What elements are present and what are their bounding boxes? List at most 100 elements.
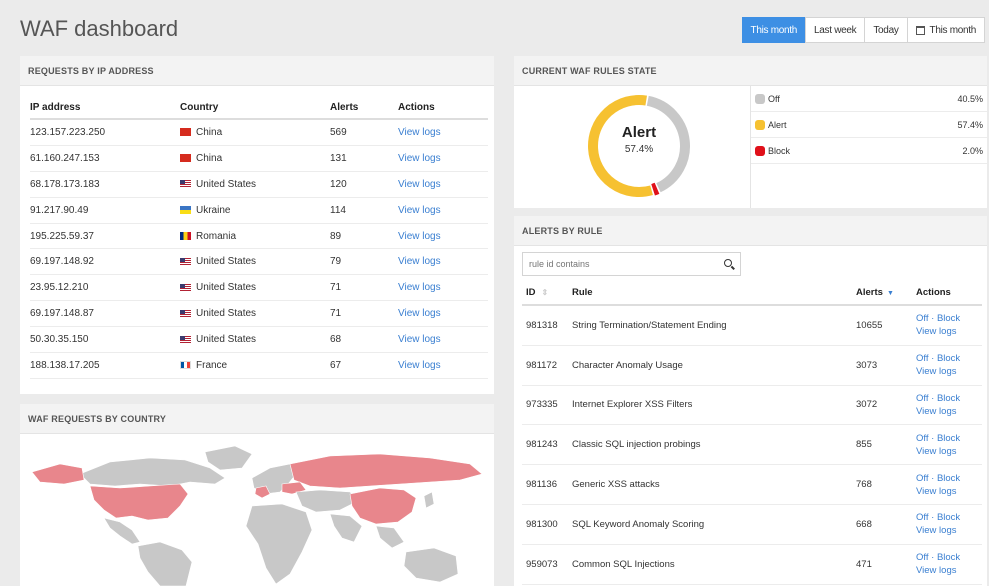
map-region-alaska[interactable] — [31, 463, 85, 485]
view-logs-link[interactable]: View logs — [398, 334, 488, 345]
column-header-actions: Actions — [398, 101, 435, 113]
country-cell: China — [180, 127, 330, 138]
legend-swatch-off — [755, 93, 765, 104]
ip-address: 91.217.90.49 — [30, 204, 89, 216]
ip-address: 61.160.247.153 — [30, 152, 100, 164]
off-block-link[interactable]: Off · Block — [916, 352, 982, 365]
view-logs-link[interactable]: View logs — [916, 485, 982, 498]
off-block-link[interactable]: Off · Block — [916, 511, 982, 524]
rule-actions: Off · Block View logs — [916, 472, 982, 498]
off-block-link[interactable]: Off · Block — [916, 392, 982, 405]
view-logs-link[interactable]: View logs — [398, 179, 488, 190]
rule-name: Internet Explorer XSS Filters — [572, 399, 693, 411]
rule-actions: Off · Block View logs — [916, 352, 982, 378]
view-logs-link[interactable]: View logs — [916, 564, 982, 577]
rule-name: String Termination/Statement Ending — [572, 319, 727, 331]
table-row: 973335 Internet Explorer XSS Filters 3072 O… — [522, 386, 982, 426]
country-cell: Romania — [180, 231, 330, 242]
view-logs-link[interactable]: View logs — [398, 256, 488, 267]
table-row: 91.217.90.49 Ukraine 114 View logs — [30, 198, 488, 224]
rule-id: 981318 — [526, 319, 558, 331]
date-range-selector: This month Last week Today This month — [741, 17, 985, 43]
map-region-south-america[interactable] — [137, 541, 193, 586]
view-logs-link[interactable]: View logs — [398, 282, 488, 293]
view-logs-link[interactable]: View logs — [916, 445, 982, 458]
view-logs-link[interactable]: View logs — [398, 231, 488, 242]
off-block-link[interactable]: Off · Block — [916, 551, 982, 564]
ip-address: 50.30.35.150 — [30, 334, 89, 346]
alert-count: 67 — [330, 359, 342, 371]
view-logs-link[interactable]: View logs — [398, 360, 488, 371]
map-region-australia[interactable] — [403, 547, 459, 583]
ip-table: IP address Country Alerts Actions 123.15… — [30, 96, 488, 379]
range-date-picker-button[interactable]: This month — [906, 17, 985, 43]
column-header-rule[interactable]: Rule — [572, 287, 850, 298]
rule-id: 981172 — [526, 359, 557, 371]
map-region-japan[interactable] — [423, 491, 435, 509]
rule-actions: Off · Block View logs — [916, 551, 982, 577]
alert-count: 131 — [330, 152, 347, 164]
view-logs-link[interactable]: View logs — [916, 325, 982, 338]
map-region-russia[interactable] — [289, 453, 483, 489]
map-region-greenland[interactable] — [204, 445, 253, 471]
country-cell: United States — [180, 256, 330, 267]
sort-icon[interactable]: ⇕ — [542, 288, 549, 297]
column-header-alerts: Alerts — [330, 101, 359, 113]
view-logs-link[interactable]: View logs — [916, 405, 982, 418]
view-logs-link[interactable]: View logs — [398, 153, 488, 164]
off-block-link[interactable]: Off · Block — [916, 472, 982, 485]
off-block-link[interactable]: Off · Block — [916, 432, 982, 445]
rule-search-input[interactable] — [529, 259, 719, 269]
requests-by-ip-panel: REQUESTS BY IP ADDRESS IP address Countr… — [20, 56, 494, 394]
off-block-link[interactable]: Off · Block — [916, 312, 982, 325]
rule-search-field[interactable] — [522, 252, 741, 276]
rules-state-legend: Off 40.5% Alert 57.4% Block 2.0% — [750, 86, 987, 208]
rule-actions: Off · Block View logs — [916, 312, 982, 338]
donut-center-title: Alert — [621, 124, 657, 141]
view-logs-link[interactable]: View logs — [398, 205, 488, 216]
rules-table: ID ⇕ Rule Alerts ▼ Actions 981318 String Te… — [522, 280, 982, 585]
column-header-alerts[interactable]: Alerts ▼ — [850, 287, 916, 298]
country-cell: Ukraine — [180, 205, 330, 216]
rule-id: 981243 — [526, 439, 558, 451]
country-cell: United States — [180, 308, 330, 319]
donut-segment-block[interactable] — [651, 182, 660, 196]
ip-address: 68.178.173.183 — [30, 178, 100, 190]
panel-title: ALERTS BY RULE — [514, 216, 987, 246]
table-row: 69.197.148.92 United States 79 View logs — [30, 249, 488, 276]
donut-center-label: Alert 57.4% — [599, 124, 679, 155]
country-cell: France — [180, 360, 330, 371]
range-today-button[interactable]: Today — [864, 17, 908, 43]
map-region-usa[interactable] — [89, 483, 189, 521]
rule-actions: Off · Block View logs — [916, 511, 982, 537]
map-region-central-asia[interactable] — [295, 489, 361, 513]
map-region-southeast-asia[interactable] — [375, 525, 405, 549]
map-region-china[interactable] — [349, 487, 417, 525]
column-header-id[interactable]: ID ⇕ — [522, 287, 572, 298]
country-name: China — [196, 126, 223, 138]
view-logs-link[interactable]: View logs — [398, 127, 488, 138]
country-cell: United States — [180, 282, 330, 293]
country-name: United States — [196, 308, 257, 320]
alert-count: 114 — [330, 204, 346, 216]
table-row: 981318 String Termination/Statement Endin… — [522, 306, 982, 346]
search-icon[interactable] — [724, 259, 732, 267]
rule-alert-count: 668 — [856, 518, 872, 530]
range-last-week-button[interactable]: Last week — [805, 17, 866, 43]
table-row: 61.160.247.153 China 131 View logs — [30, 146, 488, 172]
map-region-mexico[interactable] — [103, 517, 141, 545]
map-region-africa[interactable] — [245, 503, 313, 585]
map-region-canada[interactable] — [79, 457, 226, 487]
view-logs-link[interactable]: View logs — [916, 365, 982, 378]
sort-descending-icon[interactable]: ▼ — [887, 290, 894, 297]
view-logs-link[interactable]: View logs — [398, 308, 488, 319]
flag-icon — [180, 128, 191, 137]
range-this-month-button[interactable]: This month — [741, 17, 807, 43]
rule-name: SQL Keyword Anomaly Scoring — [572, 518, 705, 530]
alerts-by-rule-panel: ALERTS BY RULE ID⇕ Rule Alerts▼ Actions … — [514, 216, 987, 586]
page-title: WAF dashboard — [20, 16, 179, 41]
alert-count: 79 — [330, 256, 342, 268]
view-logs-link[interactable]: View logs — [916, 524, 982, 537]
table-row: 981243 Classic SQL injection probings 855 O… — [522, 425, 982, 466]
map-region-south-asia[interactable] — [329, 513, 363, 543]
